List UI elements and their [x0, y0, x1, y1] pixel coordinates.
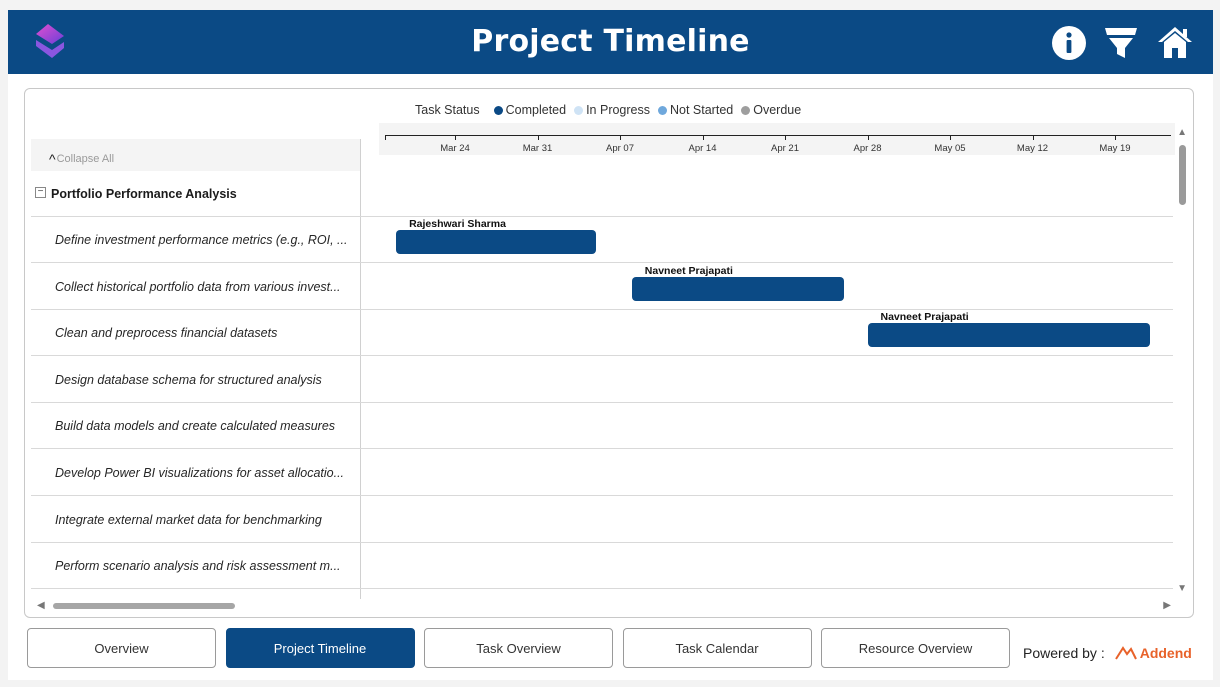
timeline-tick [1032, 135, 1034, 140]
task-column-header: ^ Collapse All [31, 139, 361, 171]
tab-task-calendar[interactable]: Task Calendar [622, 628, 812, 668]
task-bar[interactable] [396, 230, 597, 254]
task-row[interactable]: Integrate external market data for bench… [31, 497, 1173, 543]
task-label: Build data models and create calculated … [55, 419, 336, 434]
chevron-up-icon: ^ [49, 151, 56, 167]
task-assignee-label: Navneet Prajapati [644, 264, 733, 277]
timeline-date-label: May 19 [1099, 143, 1131, 154]
page-tabs: Overview Project Timeline Task Overview … [27, 628, 1020, 668]
overdue-dot-icon [741, 105, 751, 115]
task-row[interactable]: Develop Power BI visualizations for asse… [31, 450, 1173, 496]
not-started-dot-icon [658, 105, 667, 115]
task-label: Integrate external market data for bench… [55, 512, 322, 527]
task-label: Design database schema for structured an… [55, 372, 322, 387]
collapse-all-button[interactable]: ^ Collapse All [49, 151, 114, 167]
task-row[interactable]: Collect historical portfolio data from v… [31, 264, 1173, 310]
timeline-tick [455, 135, 456, 140]
group-row[interactable]: − Portfolio Performance Analysis [31, 171, 1173, 217]
timeline-tick [950, 135, 951, 140]
tab-overview[interactable]: Overview [27, 628, 216, 668]
timeline-tick [867, 135, 869, 140]
scroll-up-arrow-icon[interactable]: ▲ [1177, 127, 1187, 138]
collapse-group-icon[interactable]: − [35, 187, 46, 198]
timeline-date-label: Mar 31 [522, 143, 553, 154]
task-label: Clean and preprocess financial datasets [55, 326, 278, 341]
legend-item-overdue[interactable]: Overdue [741, 103, 801, 117]
timeline-tick [785, 135, 786, 140]
timeline-tick [537, 135, 539, 140]
powered-by: Powered by : Addend [1023, 645, 1192, 661]
legend-item-completed[interactable]: Completed [493, 103, 566, 117]
scroll-right-arrow-icon[interactable]: ▶ [1163, 600, 1171, 611]
in-progress-dot-icon [574, 105, 584, 115]
timeline-date-label: Apr 21 [771, 143, 799, 154]
scroll-down-arrow-icon[interactable]: ▼ [1177, 583, 1187, 594]
timeline-date-label: May 12 [1016, 143, 1049, 154]
header-bar: Project Timeline [8, 10, 1213, 74]
info-icon[interactable] [1050, 24, 1088, 62]
legend-item-not-started[interactable]: Not Started [658, 103, 733, 117]
addend-mark-icon [1114, 646, 1137, 660]
task-label: Collect historical portfolio data from v… [55, 279, 341, 294]
timeline-tick [702, 135, 704, 140]
timeline-date-label: Apr 14 [688, 143, 717, 154]
task-assignee-label: Rajeshwari Sharma [409, 218, 506, 230]
legend-title: Task Status [415, 103, 480, 117]
timeline-tick [620, 135, 621, 140]
task-bar[interactable] [867, 323, 1151, 348]
legend-item-in-progress[interactable]: In Progress [574, 103, 650, 117]
task-label: Perform scenario analysis and risk asses… [55, 559, 341, 574]
task-row[interactable]: Define investment performance metrics (e… [31, 217, 1173, 263]
timeline-date-label: Apr 28 [853, 143, 882, 154]
task-label: Define investment performance metrics (e… [55, 233, 348, 247]
scroll-left-arrow-icon[interactable]: ◀ [37, 600, 45, 611]
timeline-tick [1115, 135, 1116, 140]
gantt-panel: Task Status Completed In Progress Not St… [24, 88, 1194, 618]
group-label: Portfolio Performance Analysis [51, 187, 237, 201]
task-bar[interactable] [631, 276, 844, 301]
horizontal-scrollbar-thumb[interactable] [53, 603, 235, 609]
timeline-date-label: Apr 07 [606, 143, 634, 154]
home-icon[interactable] [1156, 24, 1194, 62]
task-row[interactable]: Design database schema for structured an… [31, 357, 1173, 403]
status-legend: Task Status Completed In Progress Not St… [415, 103, 809, 117]
addend-logo: Addend [1109, 645, 1192, 661]
task-assignee-label: Navneet Prajapati [880, 311, 969, 324]
tab-task-overview[interactable]: Task Overview [424, 628, 613, 668]
tab-resource-overview[interactable]: Resource Overview [821, 628, 1010, 668]
timeline-date-label: Mar 24 [440, 143, 470, 154]
task-row[interactable]: Perform scenario analysis and risk asses… [31, 543, 1173, 590]
vertical-scrollbar-thumb[interactable] [1179, 145, 1186, 205]
timeline-date-label: May 05 [934, 143, 966, 154]
page-title: Project Timeline [471, 24, 750, 59]
tab-project-timeline[interactable]: Project Timeline [225, 628, 415, 668]
timeline-tick [385, 135, 386, 140]
task-row[interactable]: Build data models and create calculated … [31, 403, 1173, 450]
completed-dot-icon [493, 105, 503, 115]
timeline-axis [385, 135, 1171, 136]
task-label: Develop Power BI visualizations for asse… [55, 466, 345, 480]
filter-icon[interactable] [1102, 24, 1140, 62]
